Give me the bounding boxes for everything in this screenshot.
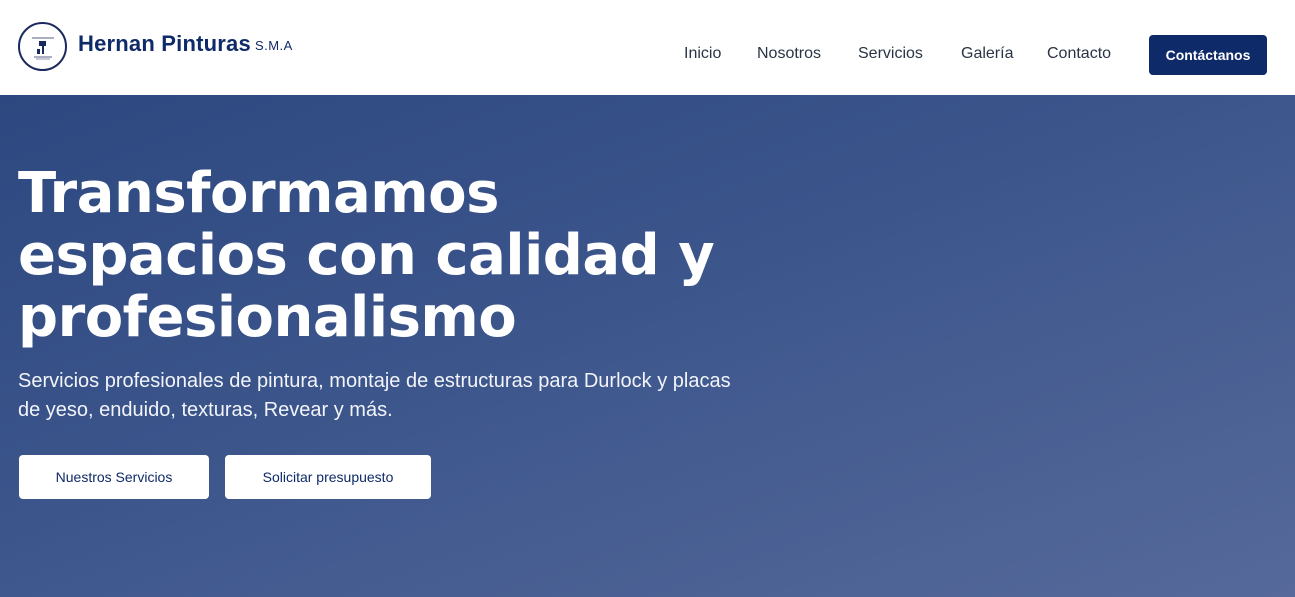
contact-cta-button[interactable]: Contáctanos xyxy=(1149,35,1267,75)
hero-subtitle: Servicios profesionales de pintura, mont… xyxy=(18,367,808,425)
site-header: Hernan Pinturas S.M.A Inicio Nosotros Se… xyxy=(0,0,1295,95)
main-nav: Inicio Nosotros Servicios Galería Contac… xyxy=(0,0,1295,95)
nav-link-servicios[interactable]: Servicios xyxy=(858,45,923,63)
hero-title-line: Transformamos xyxy=(18,161,499,226)
nav-link-galeria[interactable]: Galería xyxy=(961,45,1013,63)
hero-title-line: profesionalismo xyxy=(18,285,517,350)
nav-link-inicio[interactable]: Inicio xyxy=(684,45,721,63)
request-quote-button[interactable]: Solicitar presupuesto xyxy=(225,455,431,499)
hero-subtitle-line: Servicios profesionales de pintura, mont… xyxy=(18,370,731,392)
hero-title-line: espacios con calidad y xyxy=(18,223,715,288)
hero-section: Transformamos espacios con calidad y pro… xyxy=(0,95,1295,597)
services-button[interactable]: Nuestros Servicios xyxy=(19,455,209,499)
hero-subtitle-line: de yeso, enduido, texturas, Revear y más… xyxy=(18,399,393,421)
nav-link-nosotros[interactable]: Nosotros xyxy=(757,45,821,63)
nav-link-contacto[interactable]: Contacto xyxy=(1047,45,1111,63)
hero-title: Transformamos espacios con calidad y pro… xyxy=(18,163,778,349)
